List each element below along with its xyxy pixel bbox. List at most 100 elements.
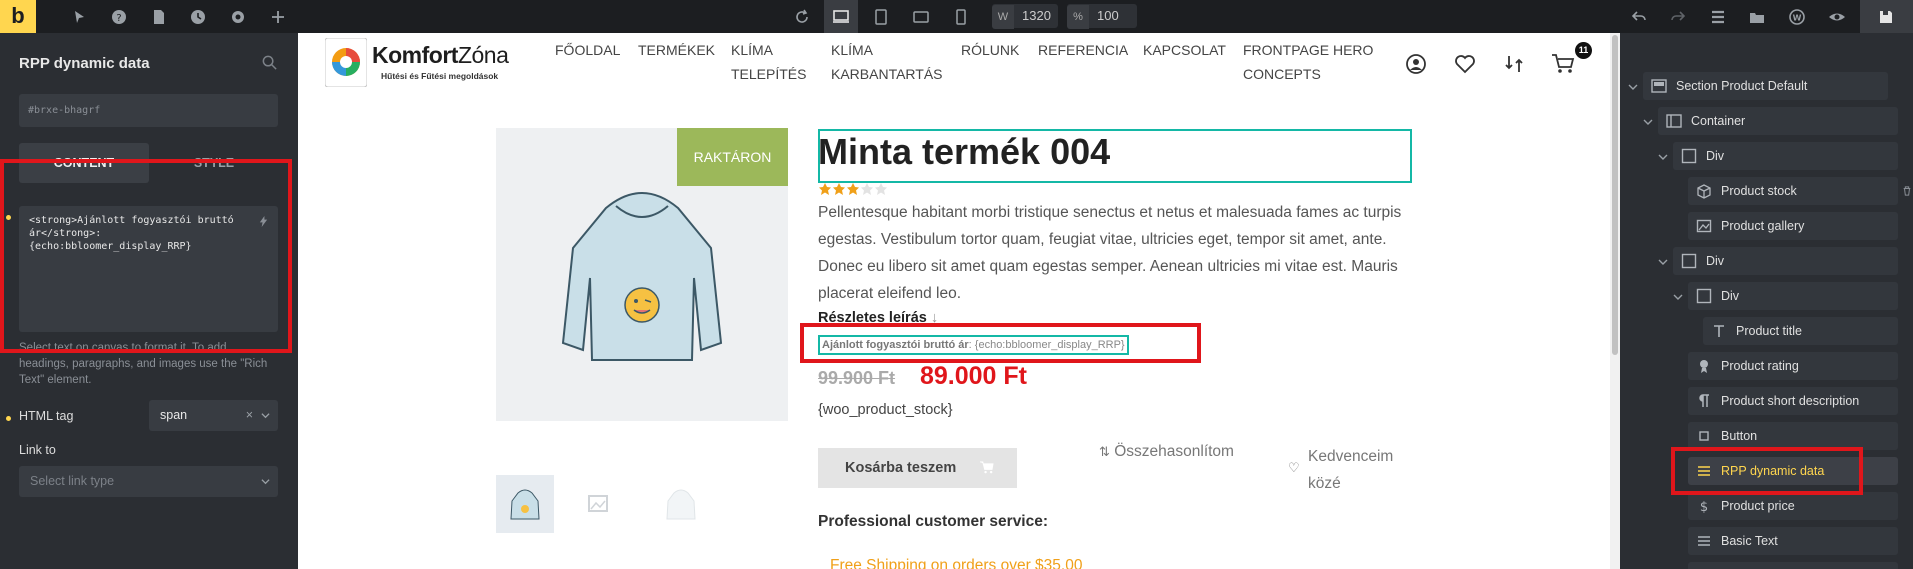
tablet-landscape-icon[interactable]	[912, 8, 930, 26]
zoom-field[interactable]: % 100	[1067, 4, 1137, 29]
wishlist-label-1: Kedvenceim	[1308, 448, 1394, 465]
tablet-portrait-icon[interactable]	[872, 8, 890, 26]
tree-item-product-short-description[interactable]: Product short description	[1688, 387, 1898, 415]
heading-icon	[1714, 325, 1724, 337]
nav-maintenance-1[interactable]: KLÍMA	[831, 38, 873, 62]
tree-item-label: Product gallery	[1721, 219, 1805, 233]
tree-item-container[interactable]: Container	[1658, 107, 1898, 135]
tree-item-label: Product rating	[1721, 359, 1799, 373]
tree-item-label: Section Product Default	[1676, 79, 1808, 93]
save-button[interactable]	[1860, 0, 1913, 33]
chevron-down-icon[interactable]	[1658, 257, 1668, 267]
wordpress-icon[interactable]: W	[1788, 8, 1806, 26]
cart-icon[interactable]	[1550, 51, 1576, 75]
gallery-thumb-1[interactable]	[496, 475, 554, 533]
tree-item-label: Product stock	[1721, 184, 1797, 198]
brand-name[interactable]: KomfortZóna	[372, 42, 509, 69]
brand-name-part2: Zóna	[457, 42, 509, 68]
html-tag-label: HTML tag	[19, 409, 74, 423]
brand-logo-icon[interactable]	[324, 37, 368, 88]
page-canvas: KomfortZóna Hűtési és Fűtési megoldások …	[298, 33, 1620, 569]
tree-item-div[interactable]: Div	[1673, 142, 1898, 170]
wishlist-heart-icon[interactable]	[1454, 53, 1476, 75]
wishlist-link[interactable]: ♡ Kedvenceim közé	[1288, 443, 1393, 497]
compare-icon[interactable]	[1503, 53, 1525, 75]
link-to-label: Link to	[19, 443, 56, 457]
redo-icon[interactable]	[1669, 8, 1687, 26]
add-plus-icon[interactable]	[269, 8, 287, 26]
rating-icon	[1700, 360, 1708, 373]
structure-icon[interactable]	[1709, 8, 1727, 26]
canvas-width-field[interactable]: W 1320	[992, 4, 1058, 29]
tree-item-product-gallery[interactable]: Product gallery	[1688, 212, 1898, 240]
desktop-breakpoint-button[interactable]	[824, 0, 858, 33]
nav-install-1[interactable]: KLÍMA	[731, 38, 773, 62]
box-icon	[1697, 184, 1711, 199]
nav-about[interactable]: RÓLUNK	[961, 38, 1019, 62]
highlight-box-tree-item	[1671, 447, 1863, 495]
tree-item-product-price[interactable]: $ Product price	[1688, 492, 1898, 520]
width-prefix: W	[992, 5, 1014, 29]
link-type-select[interactable]: Select link type	[19, 466, 278, 497]
tree-item-basic-text[interactable]: Basic Text	[1688, 527, 1898, 555]
refresh-icon[interactable]	[793, 8, 811, 26]
undo-icon[interactable]	[1630, 8, 1648, 26]
panel-title: RPP dynamic data	[19, 55, 150, 72]
account-icon[interactable]	[1405, 53, 1427, 75]
paragraph-icon	[1699, 394, 1709, 407]
tree-item-div[interactable]: Div	[1673, 247, 1898, 275]
preview-eye-icon[interactable]	[1828, 8, 1846, 26]
svg-text:W: W	[1793, 14, 1802, 23]
search-icon[interactable]	[261, 54, 278, 71]
canvas-scrollbar[interactable]	[1610, 33, 1620, 569]
cart-count-badge: 11	[1575, 42, 1592, 59]
product-title[interactable]: Minta termék 004	[818, 131, 1110, 173]
gallery-thumb-2[interactable]	[569, 475, 627, 533]
pages-icon[interactable]	[150, 8, 168, 26]
folder-icon[interactable]	[1748, 8, 1766, 26]
history-icon[interactable]	[189, 8, 207, 26]
chevron-down-icon[interactable]	[1673, 292, 1683, 302]
tree-item-product-rating[interactable]: Product rating	[1688, 352, 1898, 380]
compare-link[interactable]: ⇅ Összehasonlítom	[1099, 443, 1234, 461]
chevron-down-icon	[261, 413, 270, 419]
html-tag-select[interactable]: span ×	[149, 400, 278, 431]
free-shipping-line: Free Shipping on orders over $35.00	[830, 557, 1083, 569]
tree-item-product-title[interactable]: Product title	[1703, 317, 1898, 345]
service-heading: Professional customer service:	[818, 513, 1049, 530]
tree-item-label: Product price	[1721, 499, 1795, 513]
highlight-box-editor	[0, 159, 292, 353]
tree-item-partial[interactable]	[1688, 562, 1898, 569]
tree-item-div[interactable]: Div	[1688, 282, 1898, 310]
top-toolbar: b ? W 1320 % 100 W	[0, 0, 1913, 33]
nav-hero-1[interactable]: FRONTPAGE HERO	[1243, 38, 1373, 62]
heart-small-icon: ♡	[1288, 460, 1300, 475]
nav-contact[interactable]: KAPCSOLAT	[1143, 38, 1226, 62]
settings-gear-icon[interactable]	[229, 8, 247, 26]
help-icon[interactable]: ?	[110, 8, 128, 26]
add-to-cart-label: Kosárba teszem	[845, 460, 957, 476]
nav-hero-2[interactable]: CONCEPTS	[1243, 62, 1321, 86]
gallery-thumb-3[interactable]	[652, 475, 710, 533]
element-id-field[interactable]: #brxe-bhagrf	[19, 94, 278, 127]
mobile-icon[interactable]	[952, 8, 970, 26]
chevron-down-icon[interactable]	[1658, 152, 1668, 162]
nav-maintenance-2[interactable]: KARBANTARTÁS	[831, 62, 943, 86]
clear-icon[interactable]: ×	[246, 400, 253, 431]
chevron-down-icon[interactable]	[1628, 82, 1638, 92]
tree-item-button[interactable]: Button	[1688, 422, 1898, 450]
scrollbar-thumb[interactable]	[1612, 35, 1618, 355]
highlight-box-rrp	[800, 323, 1201, 363]
builder-logo[interactable]: b	[0, 0, 36, 33]
chevron-down-icon[interactable]	[1643, 117, 1653, 127]
pointer-icon[interactable]	[70, 8, 88, 26]
add-to-cart-button[interactable]: Kosárba teszem	[818, 448, 1017, 488]
tree-item-section[interactable]: Section Product Default	[1643, 72, 1888, 100]
nav-install-2[interactable]: TELEPÍTÉS	[731, 62, 806, 86]
nav-references[interactable]: REFERENCIA	[1038, 38, 1128, 62]
trash-icon[interactable]	[1902, 186, 1912, 196]
nav-home[interactable]: FŐOLDAL	[555, 38, 620, 62]
nav-products[interactable]: TERMÉKEK	[638, 38, 715, 62]
tree-item-label: Div	[1706, 254, 1725, 268]
tree-item-product-stock[interactable]: Product stock	[1688, 177, 1898, 205]
